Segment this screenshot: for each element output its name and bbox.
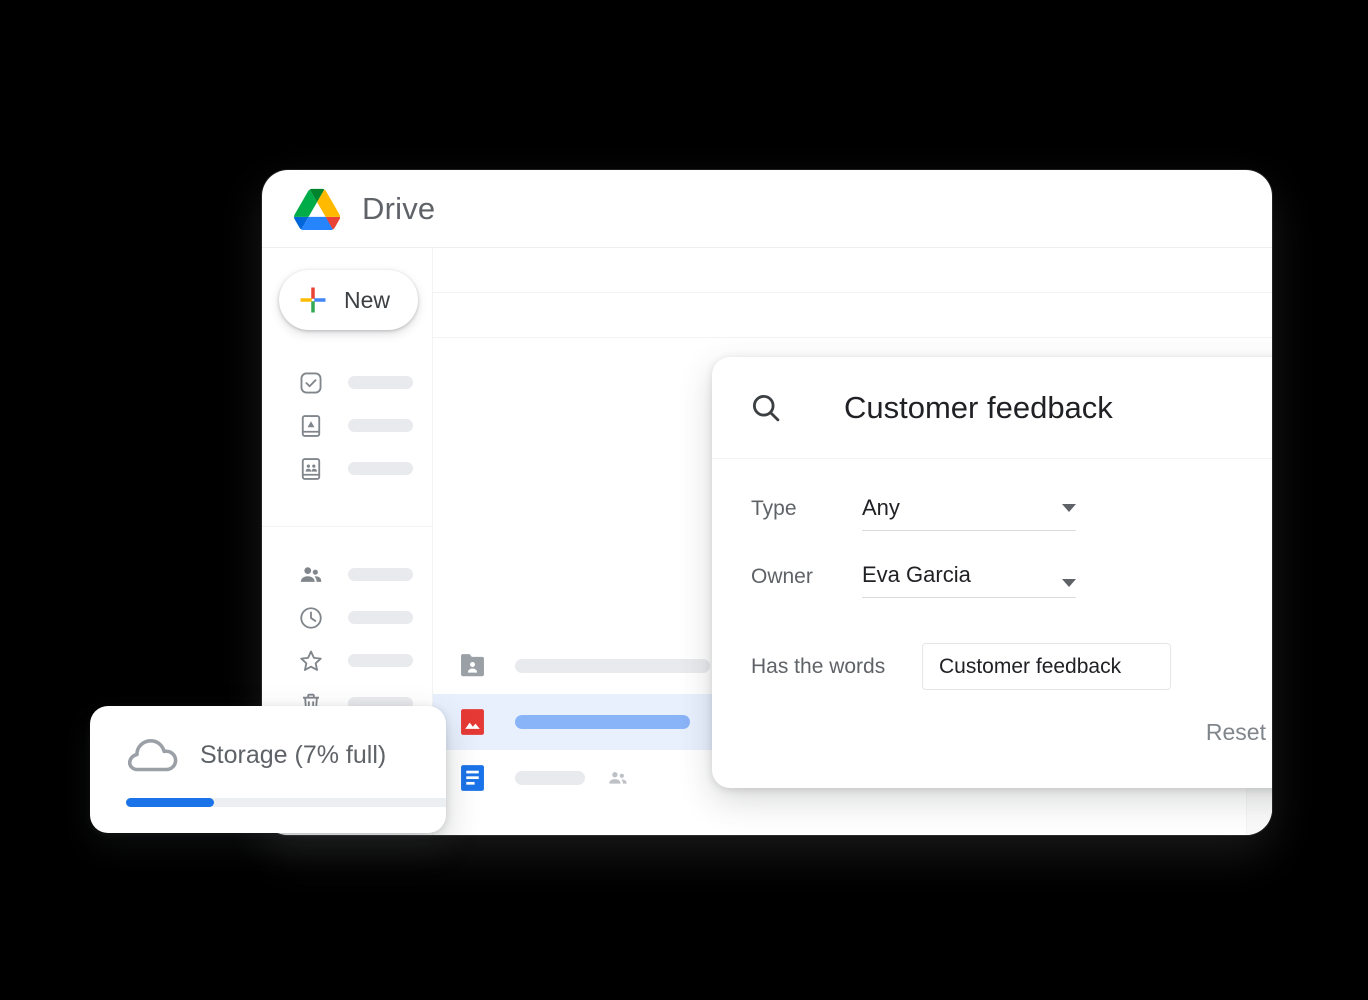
filter-row-has-the-words: Has the words Customer feedback <box>712 643 1272 690</box>
sidebar-item-shared-drives[interactable] <box>262 447 432 490</box>
storage-label: Storage (7% full) <box>200 740 387 769</box>
file-name-placeholder <box>515 771 585 785</box>
sidebar-group-secondary <box>262 526 432 725</box>
drive-brand[interactable]: Drive <box>262 188 435 230</box>
owner-dropdown-value: Eva Garcia <box>862 562 971 587</box>
shared-folder-icon <box>461 654 484 677</box>
reset-button[interactable]: Reset <box>1190 709 1272 756</box>
check-circle-square-icon <box>300 372 322 393</box>
my-drive-box-icon <box>301 414 321 437</box>
chevron-down-icon <box>1062 504 1076 512</box>
image-file-icon <box>461 709 484 735</box>
filter-label-type: Type <box>751 497 797 520</box>
sidebar-item-label <box>348 611 413 624</box>
people-icon <box>300 566 322 582</box>
has-the-words-value: Customer feedback <box>939 654 1122 678</box>
plus-icon <box>300 287 326 313</box>
sidebar-item-label <box>348 376 413 389</box>
storage-header: Storage (7% full) <box>90 706 446 774</box>
sidebar-item-label <box>348 419 413 432</box>
filter-row-type: Type Any <box>712 495 1272 531</box>
filter-row-owner: Owner Eva Garcia <box>712 562 1272 598</box>
sidebar-item-recent[interactable] <box>262 596 432 639</box>
file-name-placeholder <box>515 659 710 673</box>
owner-dropdown[interactable]: Eva Garcia <box>862 562 1076 598</box>
drive-wordmark: Drive <box>362 190 436 226</box>
storage-progress-track <box>126 798 446 807</box>
filter-label-has-the-words: Has the words <box>751 654 886 678</box>
sidebar-item-label <box>348 654 413 667</box>
divider <box>433 337 1272 338</box>
star-icon <box>300 650 322 671</box>
search-icon[interactable] <box>749 391 783 425</box>
file-name-placeholder <box>515 715 690 729</box>
toolbar-band <box>433 293 1272 337</box>
sidebar-item-my-drive[interactable] <box>262 404 432 447</box>
toolbar-band <box>433 248 1272 292</box>
dialog-actions: Reset Search <box>1190 705 1272 759</box>
screenshot-stage: Drive New Customer feedback Type Any Own… <box>0 0 1368 1000</box>
search-input[interactable]: Customer feedback <box>844 390 1272 426</box>
new-button[interactable]: New <box>279 270 418 330</box>
cloud-icon <box>127 739 178 772</box>
has-the-words-input[interactable]: Customer feedback <box>922 643 1171 690</box>
app-header: Drive <box>262 170 1272 248</box>
type-dropdown-value: Any <box>862 495 900 520</box>
chevron-down-icon <box>1062 579 1076 587</box>
content-toolbar-placeholder <box>433 248 1272 338</box>
google-drive-logo <box>294 188 340 230</box>
search-filter-form: Type Any Owner Eva Garcia Has the words <box>712 459 1272 690</box>
storage-card[interactable]: Storage (7% full) <box>90 706 446 833</box>
clock-icon <box>300 606 322 629</box>
sidebar-item-shared-with-me[interactable] <box>262 553 432 596</box>
sidebar-item-priority[interactable] <box>262 361 432 404</box>
sidebar-item-label <box>348 568 413 581</box>
sidebar-group-primary <box>262 361 432 490</box>
search-bar[interactable]: Customer feedback <box>712 357 1272 459</box>
document-file-icon <box>461 765 484 791</box>
shared-drives-box-icon <box>301 457 321 480</box>
advanced-search-dialog: Customer feedback Type Any Owner Eva Gar… <box>712 357 1272 788</box>
sidebar-item-starred[interactable] <box>262 639 432 682</box>
storage-progress-fill <box>126 798 215 807</box>
people-shared-icon <box>609 772 627 784</box>
type-dropdown[interactable]: Any <box>862 495 1076 531</box>
new-button-label: New <box>344 286 391 313</box>
sidebar-item-label <box>348 462 413 475</box>
filter-label-owner: Owner <box>751 565 813 588</box>
